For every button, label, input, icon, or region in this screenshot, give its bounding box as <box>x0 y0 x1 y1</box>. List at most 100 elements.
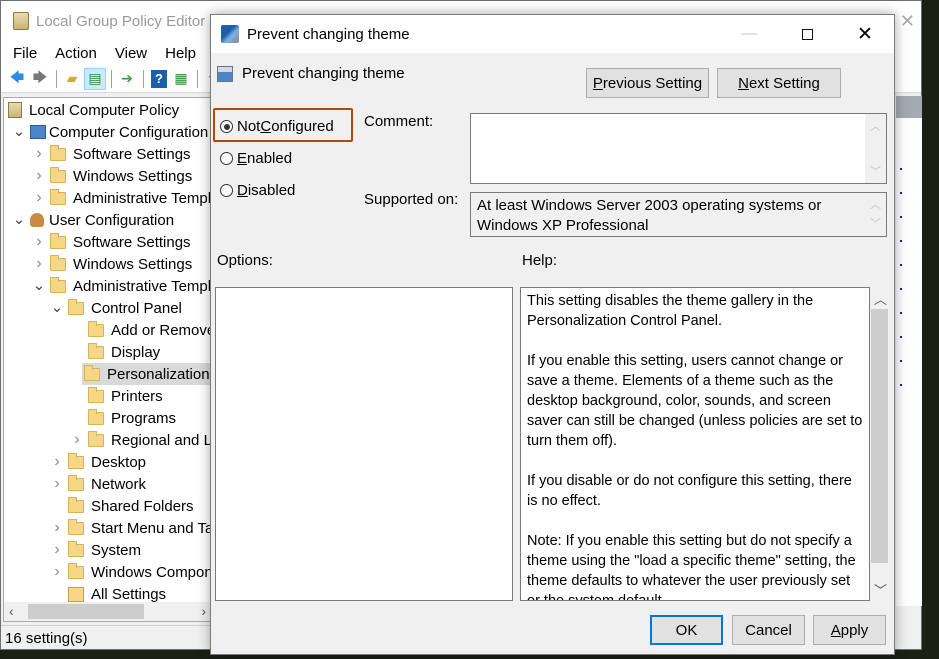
tree-item[interactable]: Personalization <box>82 363 210 385</box>
radio-not-configured[interactable]: Not Configured <box>220 118 334 135</box>
label: ext Setting <box>748 74 820 92</box>
toolbar-separator <box>143 69 144 88</box>
apply-button[interactable]: Apply <box>813 615 886 645</box>
supported-on-value: At least Windows Server 2003 operating s… <box>477 197 822 234</box>
tree-item[interactable]: ⌄ Control Panel <box>50 297 182 319</box>
tree-item[interactable]: › System <box>50 539 141 561</box>
chevron-right-icon[interactable]: › <box>50 541 64 559</box>
policy-setting-dialog: Prevent changing theme — ✕ Prevent chang… <box>210 14 895 655</box>
chevron-right-icon[interactable]: › <box>32 145 46 163</box>
chevron-down-icon[interactable]: ⌄ <box>12 124 26 139</box>
up-folder-icon[interactable]: ▰ <box>61 68 83 90</box>
menu-file[interactable]: File <box>1 45 43 62</box>
setting-name: Prevent changing theme <box>242 65 405 82</box>
show-action-pane-icon[interactable]: ▦ <box>170 68 192 90</box>
help-scrollbar[interactable]: ︿ ﹀ <box>870 287 890 601</box>
chevron-right-icon[interactable]: › <box>32 233 46 251</box>
ok-button[interactable]: OK <box>650 615 723 645</box>
tree-item[interactable]: › Windows Settings <box>32 253 192 275</box>
chevron-right-icon[interactable]: › <box>50 453 64 471</box>
tree-item[interactable]: Add or Remove <box>70 319 210 341</box>
chevron-right-icon[interactable]: › <box>50 563 64 581</box>
tree-item-label: Network <box>91 475 147 493</box>
list-row-marker <box>900 312 903 314</box>
tree-item[interactable]: ⌄ User Configuration <box>12 209 174 231</box>
scroll-left-icon[interactable]: ‹ <box>9 603 14 619</box>
radio-button[interactable] <box>220 152 233 165</box>
menu-action[interactable]: Action <box>43 45 103 62</box>
folder-icon <box>88 342 104 359</box>
chevron-down-icon[interactable]: ⌄ <box>32 278 46 293</box>
list-row-marker <box>900 360 903 362</box>
maximize-button[interactable] <box>778 15 836 53</box>
chevron-right-icon[interactable]: › <box>32 167 46 185</box>
status-text: 16 setting(s) <box>5 630 88 647</box>
radio-button[interactable] <box>220 184 233 197</box>
all-settings-icon <box>68 586 84 602</box>
folder-icon <box>50 254 66 271</box>
tree-item[interactable]: › Regional and La <box>70 429 210 451</box>
computer-icon <box>30 125 46 139</box>
scroll-down-icon[interactable]: ﹀ <box>874 580 887 599</box>
previous-setting-button[interactable]: Previous Setting <box>586 68 709 98</box>
tree-item-label: Desktop <box>91 453 147 471</box>
chevron-right-icon[interactable]: › <box>32 255 46 273</box>
menu-view[interactable]: View <box>103 45 153 62</box>
next-setting-button[interactable]: Next Setting <box>717 68 841 98</box>
chevron-right-icon[interactable]: › <box>50 519 64 537</box>
main-close-icon[interactable]: ✕ <box>900 11 915 32</box>
tree-horizontal-scrollbar[interactable]: ‹ › <box>3 602 211 622</box>
tree-item[interactable]: › Windows Settings <box>32 165 192 187</box>
scroll-thumb[interactable] <box>28 604 144 619</box>
tree-item-label: System <box>91 541 142 559</box>
scroll-thumb[interactable] <box>871 309 888 563</box>
chevron-right-icon[interactable]: › <box>70 431 84 449</box>
radio-button[interactable] <box>220 120 233 133</box>
radio-enabled[interactable]: Enabled <box>220 150 292 167</box>
comment-textarea[interactable]: ︿ ﹀ <box>470 113 887 184</box>
chevron-down-icon[interactable]: ⌄ <box>12 212 26 227</box>
tree-item-label: Local Computer Policy <box>29 101 180 119</box>
tree-item-label: Display <box>111 343 161 361</box>
help-paragraph: If you enable this setting, users cannot… <box>527 353 863 449</box>
chevron-down-icon[interactable]: ⌄ <box>50 300 64 315</box>
tree-item[interactable]: › Desktop <box>50 451 146 473</box>
tree-item[interactable]: › Software Settings <box>32 143 191 165</box>
chevron-right-icon[interactable]: › <box>50 475 64 493</box>
options-label: Options: <box>217 252 273 269</box>
tree-item[interactable]: › Software Settings <box>32 231 191 253</box>
tree-item-label: Shared Folders <box>91 497 194 515</box>
tree-item[interactable]: ⌄ Computer Configuration <box>12 121 209 143</box>
tree-item[interactable]: Programs <box>70 407 176 429</box>
forward-arrow-icon[interactable]: 🡆 <box>29 68 51 90</box>
tree-item[interactable]: Shared Folders <box>50 495 194 517</box>
back-arrow-icon[interactable]: 🡄 <box>6 68 28 90</box>
policy-tree[interactable]: Local Computer Policy ⌄ Computer Configura… <box>3 97 211 603</box>
tree-item[interactable]: › Start Menu and Tas <box>50 517 210 539</box>
tree-item[interactable]: › Administrative Templa <box>32 187 210 209</box>
tree-item[interactable]: Display <box>70 341 160 363</box>
scroll-up-icon[interactable]: ︿ <box>874 289 887 308</box>
tree-item[interactable]: Local Computer Policy <box>8 99 179 121</box>
folder-icon <box>68 540 84 557</box>
folder-icon <box>88 320 104 337</box>
tree-item[interactable]: › Network <box>50 473 146 495</box>
tree-item[interactable]: ⌄ Administrative Templa <box>32 275 210 297</box>
maximize-icon <box>801 28 813 40</box>
cancel-button[interactable]: Cancel <box>732 615 805 645</box>
tree-item-label: User Configuration <box>49 211 175 229</box>
close-button[interactable]: ✕ <box>836 15 894 53</box>
menu-help[interactable]: Help <box>153 45 202 62</box>
help-paragraph: This setting disables the theme gallery … <box>527 293 814 329</box>
radio-disabled[interactable]: Disabled <box>220 182 295 199</box>
export-list-icon[interactable]: ➔ <box>116 68 138 90</box>
scroll-right-icon[interactable]: › <box>201 603 206 619</box>
chevron-right-icon[interactable]: › <box>32 189 46 207</box>
help-text-panel[interactable]: This setting disables the theme gallery … <box>520 287 870 601</box>
help-icon[interactable]: ? <box>151 69 167 88</box>
tree-item[interactable]: Printers <box>70 385 163 407</box>
tree-item[interactable]: All Settings <box>50 583 166 602</box>
tree-item[interactable]: › Windows Compone <box>50 561 210 583</box>
folder-icon <box>68 452 84 469</box>
show-hide-tree-icon[interactable]: ▤ <box>84 67 106 90</box>
